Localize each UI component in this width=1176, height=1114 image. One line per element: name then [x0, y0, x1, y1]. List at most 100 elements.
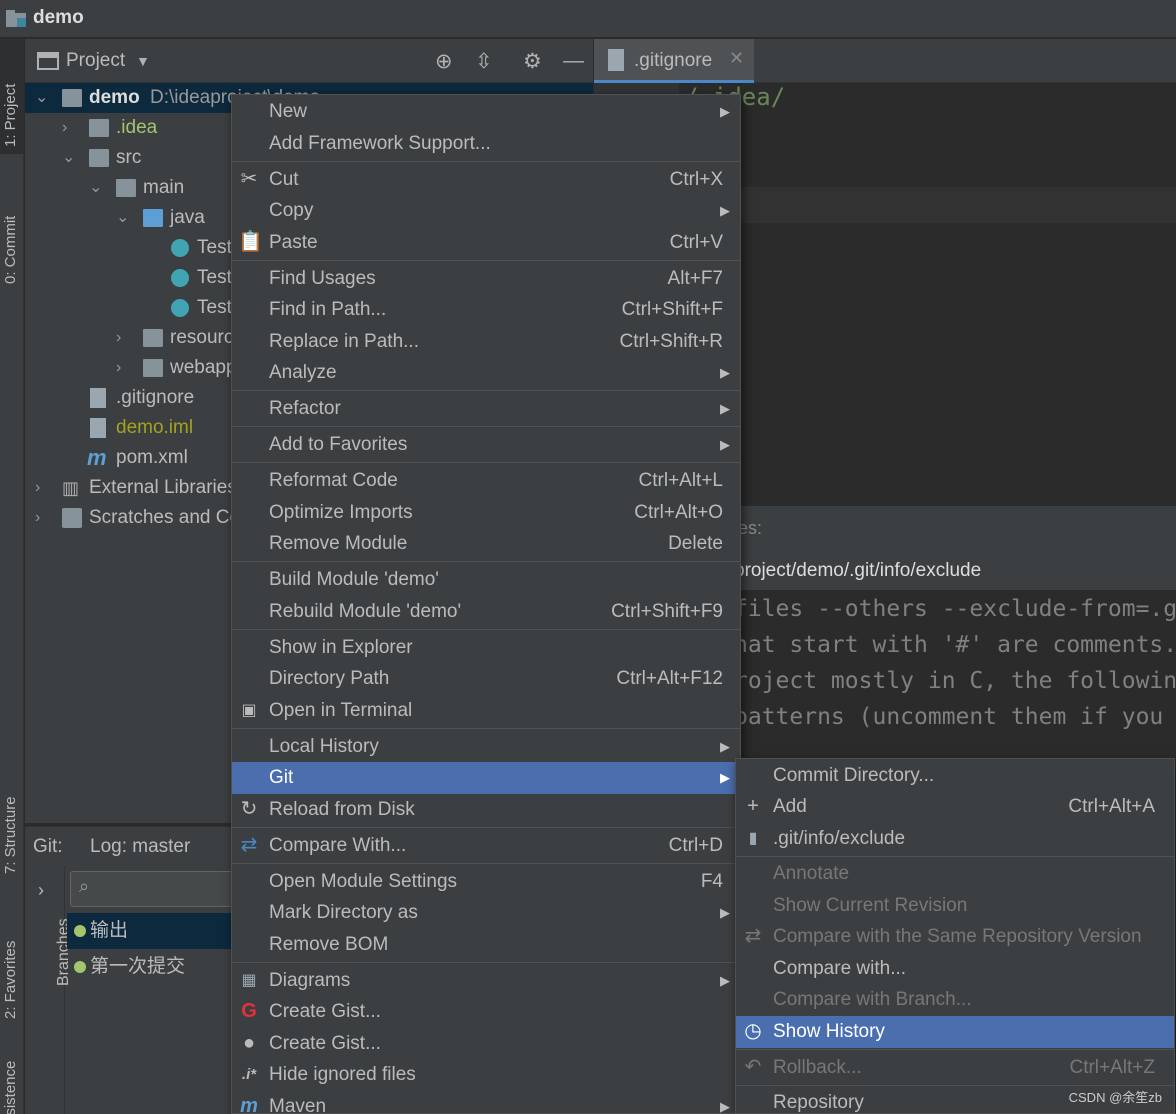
chevron-down-icon[interactable]: ⌄	[62, 143, 76, 173]
tab-project-label: 1: Project	[2, 83, 19, 147]
menu-item-show-in-explorer[interactable]: Show in Explorer	[232, 632, 740, 664]
tab-commit[interactable]: 0: Commit	[0, 179, 24, 299]
menu-item-diagrams[interactable]: ▦ Diagrams ▶	[232, 965, 740, 997]
menu-item-build-module[interactable]: Build Module 'demo'	[232, 564, 740, 596]
menu-shortcut: Ctrl+Alt+F12	[616, 668, 723, 689]
menu-item-add[interactable]: + Add Ctrl+Alt+A	[736, 791, 1174, 823]
menu-item-open-module-settings[interactable]: Open Module Settings F4	[232, 866, 740, 898]
tab-favorites[interactable]: 2: Favorites	[0, 904, 24, 1024]
menu-item-optimize-imports[interactable]: Optimize Imports Ctrl+Alt+O	[232, 497, 740, 529]
tree-label: Test	[197, 237, 232, 258]
chevron-right-icon[interactable]: ›	[116, 323, 130, 353]
menu-item-create-gist[interactable]: G Create Gist...	[232, 996, 740, 1028]
menu-separator	[232, 161, 740, 162]
menu-item-replace-in-path[interactable]: Replace in Path... Ctrl+Shift+R	[232, 326, 740, 358]
menu-item-paste[interactable]: 📋 Paste Ctrl+V	[232, 227, 740, 259]
menu-label: Reload from Disk	[269, 799, 415, 820]
menu-item-rollback[interactable]: ↶ Rollback... Ctrl+Alt+Z	[736, 1052, 1174, 1084]
menu-item-rebuild-module[interactable]: Rebuild Module 'demo' Ctrl+Shift+F9	[232, 596, 740, 628]
menu-item-find-in-path[interactable]: Find in Path... Ctrl+Shift+F	[232, 294, 740, 326]
menu-item-git-info-exclude[interactable]: ▮ .git/info/exclude	[736, 823, 1174, 855]
menu-item-reload-from-disk[interactable]: ↻ Reload from Disk	[232, 794, 740, 826]
branches-toggle[interactable]: › Branches	[25, 866, 72, 1114]
folder-icon	[6, 10, 26, 27]
chevron-down-icon[interactable]: ⌄	[89, 173, 103, 203]
menu-item-local-history[interactable]: Local History ▶	[232, 731, 740, 763]
menu-label: Refactor	[269, 398, 341, 419]
collapse-all-icon[interactable]: ⇳	[475, 49, 493, 74]
project-panel-header: Project ▼ ⊕ ⇳ ⚙ —	[25, 39, 593, 83]
menu-label: Rollback...	[773, 1057, 862, 1078]
menu-label: Reformat Code	[269, 470, 398, 491]
menu-item-compare-with-branch[interactable]: Compare with Branch...	[736, 984, 1174, 1016]
menu-item-git[interactable]: Git ▶	[232, 762, 740, 794]
chevron-right-icon[interactable]: ›	[116, 353, 130, 383]
menu-item-hide-ignored-files[interactable]: .i* Hide ignored files	[232, 1059, 740, 1091]
menu-label: Open Module Settings	[269, 871, 458, 892]
locate-icon[interactable]: ⊕	[435, 49, 453, 74]
gear-icon[interactable]: ⚙	[523, 49, 542, 74]
menu-shortcut: Delete	[668, 533, 723, 554]
submenu-arrow-icon: ▶	[720, 1099, 730, 1114]
menu-item-analyze[interactable]: Analyze ▶	[232, 357, 740, 389]
tab-persistence[interactable]: Persistence	[0, 1049, 24, 1114]
menu-shortcut: Ctrl+Shift+F9	[611, 601, 723, 622]
menu-label: Show in Explorer	[269, 637, 413, 658]
menu-item-compare-same-repo-version[interactable]: ⇄ Compare with the Same Repository Versio…	[736, 921, 1174, 953]
folder-icon	[89, 149, 109, 167]
menu-item-remove-module[interactable]: Remove Module Delete	[232, 528, 740, 560]
maven-icon: m	[87, 445, 107, 470]
menu-item-maven[interactable]: m Maven ▶	[232, 1091, 740, 1114]
tree-label: java	[170, 207, 205, 228]
chevron-right-icon[interactable]: ›	[62, 113, 76, 143]
menu-item-compare-with[interactable]: ⇄ Compare With... Ctrl+D	[232, 830, 740, 862]
minimize-icon[interactable]: —	[563, 49, 584, 73]
menu-item-cut[interactable]: ✂ Cut Ctrl+X	[232, 164, 740, 196]
chevron-right-icon[interactable]: ›	[38, 880, 44, 901]
terminal-icon: ▣	[241, 702, 257, 719]
menu-item-add-to-favorites[interactable]: Add to Favorites ▶	[232, 429, 740, 461]
menu-item-add-framework-support[interactable]: Add Framework Support...	[232, 128, 740, 160]
class-icon	[171, 239, 189, 257]
menu-item-copy[interactable]: Copy ▶	[232, 195, 740, 227]
close-icon[interactable]: ✕	[729, 48, 744, 69]
tab-gitignore[interactable]: .gitignore ✕	[594, 39, 754, 83]
chevron-right-icon[interactable]: ›	[35, 503, 49, 533]
chevron-down-icon[interactable]: ⌄	[116, 203, 130, 233]
rollback-icon: ↶	[744, 1056, 762, 1078]
chevron-down-icon[interactable]: ⌄	[35, 83, 49, 113]
clipboard-icon: 📋	[238, 231, 263, 253]
menu-item-reformat-code[interactable]: Reformat Code Ctrl+Alt+L	[232, 465, 740, 497]
menu-item-remove-bom[interactable]: Remove BOM	[232, 929, 740, 961]
chevron-right-icon[interactable]: ›	[35, 473, 49, 503]
menu-item-annotate[interactable]: Annotate	[736, 858, 1174, 890]
tab-structure[interactable]: 7: Structure	[0, 759, 24, 879]
menu-item-mark-directory-as[interactable]: Mark Directory as ▶	[232, 897, 740, 929]
submenu-arrow-icon: ▶	[720, 203, 730, 218]
menu-item-show-history[interactable]: ◷ Show History	[736, 1016, 1174, 1048]
submenu-arrow-icon: ▶	[720, 739, 730, 754]
preview-line: files --others --exclude-from=.g	[734, 596, 1176, 622]
maven-icon: m	[240, 1095, 258, 1114]
tab-log-master[interactable]: Log: master	[90, 836, 190, 858]
menu-item-find-usages[interactable]: Find Usages Alt+F7	[232, 263, 740, 295]
menu-item-compare-with[interactable]: Compare with...	[736, 953, 1174, 985]
project-view-selector[interactable]: Project	[66, 50, 125, 72]
left-tool-stripe: 1: Project 0: Commit 7: Structure 2: Fav…	[0, 39, 24, 1114]
tree-label: resourc	[170, 327, 234, 348]
menu-item-commit-directory[interactable]: Commit Directory...	[736, 760, 1174, 792]
menu-item-open-in-terminal[interactable]: ▣ Open in Terminal	[232, 695, 740, 727]
menu-item-show-current-revision[interactable]: Show Current Revision	[736, 890, 1174, 922]
menu-item-create-gist-github[interactable]: ● Create Gist...	[232, 1028, 740, 1060]
menu-item-new[interactable]: New ▶	[232, 96, 740, 128]
scratches-icon	[62, 508, 82, 528]
menu-shortcut: Ctrl+Shift+R	[619, 331, 723, 352]
clock-icon: ◷	[744, 1020, 762, 1042]
tab-project[interactable]: 1: Project	[0, 39, 24, 154]
menu-item-directory-path[interactable]: Directory Path Ctrl+Alt+F12	[232, 663, 740, 695]
menu-label: Add Framework Support...	[269, 133, 491, 154]
search-icon: ⌕	[79, 876, 90, 896]
compare-icon: ⇄	[240, 834, 258, 856]
chevron-down-icon[interactable]: ▼	[136, 53, 150, 69]
menu-item-refactor[interactable]: Refactor ▶	[232, 393, 740, 425]
